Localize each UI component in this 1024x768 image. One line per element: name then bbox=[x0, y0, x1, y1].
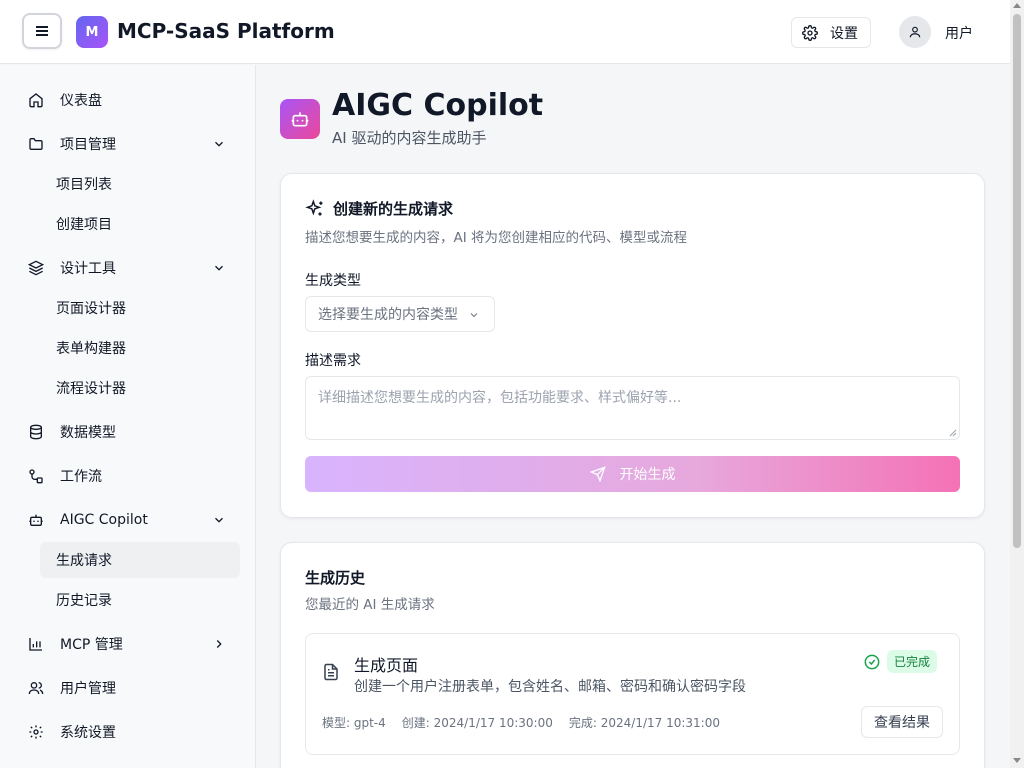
settings-button[interactable]: 设置 bbox=[791, 17, 871, 48]
start-generate-button[interactable]: 开始生成 bbox=[305, 456, 960, 492]
sidebar-item-label: 系统设置 bbox=[60, 725, 116, 741]
bot-icon bbox=[28, 512, 44, 528]
sidebar-item-label: 数据模型 bbox=[60, 425, 116, 441]
file-text-icon bbox=[324, 663, 338, 681]
sidebar-item-data-model[interactable]: 数据模型 bbox=[16, 414, 240, 450]
bar-chart-icon bbox=[28, 636, 44, 652]
meta-completed: 完成: 2024/1/17 10:31:00 bbox=[568, 716, 720, 730]
app-logo: M bbox=[76, 16, 108, 48]
sidebar-subitem-page-designer[interactable]: 页面设计器 bbox=[40, 290, 240, 326]
sidebar: 仪表盘 项目管理 项目列表 创建项目 设计工具 页面设计器 表单构建器 流程设计… bbox=[0, 65, 256, 768]
menu-toggle-button[interactable] bbox=[22, 13, 62, 49]
sidebar-item-aigc-copilot[interactable]: AIGC Copilot bbox=[16, 502, 240, 538]
chevron-down-icon bbox=[215, 265, 223, 271]
bot-icon bbox=[291, 112, 309, 127]
gear-icon bbox=[802, 24, 818, 41]
type-select[interactable]: 选择要生成的内容类型 bbox=[305, 296, 495, 332]
history-item: 生成页面 创建一个用户注册表单，包含姓名、邮箱、密码和确认密码字段 已完成 模型… bbox=[305, 633, 960, 755]
history-item-meta: 模型: gpt-4 创建: 2024/1/17 10:30:00 完成: 202… bbox=[322, 714, 720, 731]
history-card-description: 您最近的 AI 生成请求 bbox=[305, 597, 435, 613]
settings-label: 设置 bbox=[830, 25, 858, 42]
sidebar-subitem-create-project[interactable]: 创建项目 bbox=[40, 206, 240, 242]
sidebar-item-label: 工作流 bbox=[60, 469, 102, 485]
history-item-description: 创建一个用户注册表单，包含姓名、邮箱、密码和确认密码字段 bbox=[354, 679, 746, 695]
scroll-thumb[interactable] bbox=[1013, 14, 1021, 548]
sidebar-item-label: 用户管理 bbox=[60, 681, 116, 697]
sidebar-item-system-settings[interactable]: 系统设置 bbox=[16, 714, 240, 750]
chevron-right-icon bbox=[216, 640, 222, 648]
scroll-up-icon[interactable] bbox=[1013, 3, 1021, 8]
description-label: 描述需求 bbox=[305, 353, 361, 369]
card-title: 创建新的生成请求 bbox=[305, 198, 453, 219]
users-icon bbox=[28, 680, 44, 696]
sidebar-item-workflow[interactable]: 工作流 bbox=[16, 458, 240, 494]
meta-created: 创建: 2024/1/17 10:30:00 bbox=[401, 716, 553, 730]
home-icon bbox=[28, 92, 44, 108]
app-title: MCP-SaaS Platform bbox=[117, 19, 335, 43]
type-label: 生成类型 bbox=[305, 273, 361, 289]
page-scrollbar[interactable] bbox=[1010, 0, 1024, 768]
create-request-card: 创建新的生成请求 描述您想要生成的内容，AI 将为您创建相应的代码、模型或流程 … bbox=[280, 173, 985, 518]
chevron-down-icon bbox=[470, 313, 478, 318]
page-icon bbox=[280, 99, 320, 139]
user-name[interactable]: 用户 bbox=[945, 23, 973, 43]
hamburger-icon bbox=[36, 26, 48, 36]
sidebar-subitem-generate-request[interactable]: 生成请求 bbox=[40, 542, 240, 578]
create-card-title: 创建新的生成请求 bbox=[333, 200, 454, 218]
status-badge: 已完成 bbox=[887, 650, 938, 673]
top-header: M MCP-SaaS Platform 设置 用户 bbox=[0, 0, 1010, 64]
database-icon bbox=[28, 424, 44, 440]
sidebar-item-label: 设计工具 bbox=[60, 261, 116, 277]
check-circle-icon bbox=[864, 654, 880, 669]
create-card-description: 描述您想要生成的内容，AI 将为您创建相应的代码、模型或流程 bbox=[305, 230, 688, 246]
sidebar-item-projects[interactable]: 项目管理 bbox=[16, 126, 240, 162]
type-select-value: 选择要生成的内容类型 bbox=[318, 307, 458, 323]
layers-icon bbox=[28, 260, 44, 276]
sidebar-item-mcp-management[interactable]: MCP 管理 bbox=[16, 626, 240, 662]
resize-grip-icon[interactable] bbox=[949, 429, 957, 437]
sidebar-subitem-history[interactable]: 历史记录 bbox=[40, 582, 240, 618]
user-avatar[interactable] bbox=[899, 16, 931, 48]
history-card: 生成历史 您最近的 AI 生成请求 生成页面 创建一个用户注册表单，包含姓名、邮… bbox=[280, 542, 985, 768]
chevron-down-icon bbox=[215, 141, 223, 147]
page-title: AIGC Copilot bbox=[332, 88, 544, 123]
sidebar-item-user-management[interactable]: 用户管理 bbox=[16, 670, 240, 706]
folder-icon bbox=[28, 136, 44, 152]
sidebar-item-label: MCP 管理 bbox=[60, 637, 123, 653]
meta-model: 模型: gpt-4 bbox=[322, 716, 386, 730]
sidebar-item-label: 仪表盘 bbox=[60, 93, 102, 109]
sidebar-subitem-project-list[interactable]: 项目列表 bbox=[40, 166, 240, 202]
description-textarea[interactable]: 详细描述您想要生成的内容，包括功能要求、样式偏好等... bbox=[305, 376, 960, 440]
main-content: AIGC Copilot AI 驱动的内容生成助手 创建新的生成请求 描述您想要… bbox=[257, 65, 1010, 768]
description-placeholder: 详细描述您想要生成的内容，包括功能要求、样式偏好等... bbox=[318, 390, 682, 406]
history-card-title: 生成历史 bbox=[305, 569, 366, 587]
gear-icon bbox=[28, 724, 44, 740]
send-icon bbox=[589, 466, 606, 482]
sidebar-subitem-form-builder[interactable]: 表单构建器 bbox=[40, 330, 240, 366]
sidebar-item-label: AIGC Copilot bbox=[60, 512, 148, 528]
page-subtitle: AI 驱动的内容生成助手 bbox=[332, 129, 487, 147]
view-result-button[interactable]: 查看结果 bbox=[861, 706, 943, 738]
sidebar-item-design-tools[interactable]: 设计工具 bbox=[16, 250, 240, 286]
scroll-down-icon[interactable] bbox=[1013, 758, 1021, 763]
sidebar-item-label: 项目管理 bbox=[60, 137, 116, 153]
start-generate-label: 开始生成 bbox=[619, 467, 676, 483]
sidebar-item-dashboard[interactable]: 仪表盘 bbox=[16, 82, 240, 118]
sparkles-icon bbox=[305, 198, 323, 216]
status-indicator: 已完成 bbox=[864, 650, 938, 673]
user-icon bbox=[909, 26, 921, 38]
history-item-title: 生成页面 bbox=[354, 656, 419, 675]
sidebar-subitem-flow-designer[interactable]: 流程设计器 bbox=[40, 370, 240, 406]
chevron-down-icon bbox=[215, 517, 223, 523]
workflow-icon bbox=[28, 468, 44, 484]
